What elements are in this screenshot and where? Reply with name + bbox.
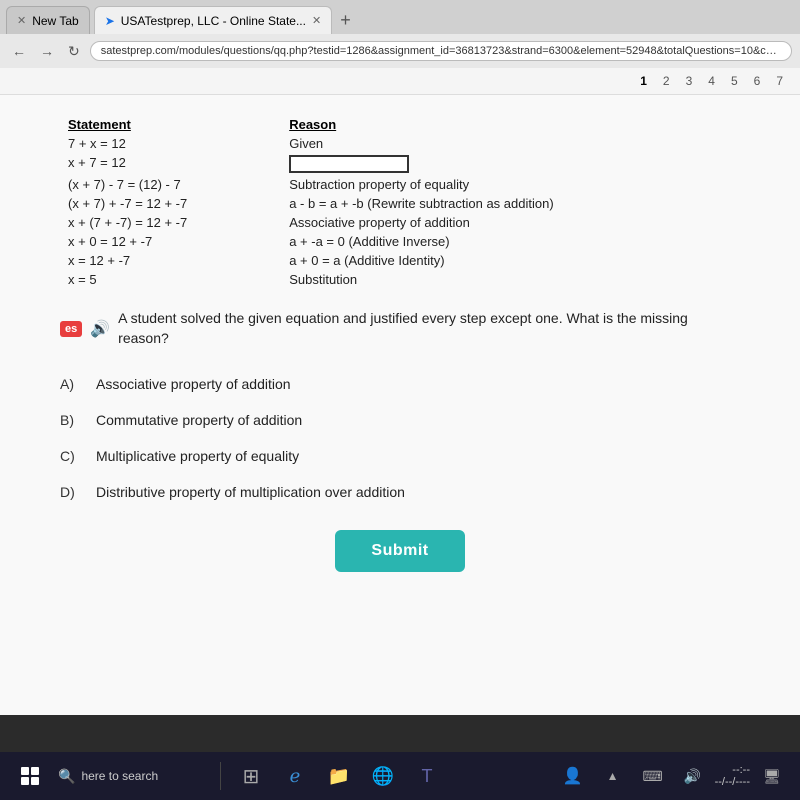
- windows-button[interactable]: [10, 756, 50, 796]
- proof-row-8: x = 5 Substitution: [60, 270, 740, 289]
- chrome-icon[interactable]: 🌐: [365, 758, 401, 794]
- back-button[interactable]: ←: [8, 41, 30, 61]
- proof-stmt-3: (x + 7) - 7 = (12) - 7: [60, 175, 281, 194]
- person-icon[interactable]: 👤: [555, 758, 591, 794]
- answer-option-b[interactable]: B) Commutative property of addition: [60, 402, 740, 438]
- address-bar[interactable]: satestprep.com/modules/questions/qq.php?…: [90, 41, 792, 61]
- answer-text-d: Distributive property of multiplication …: [96, 484, 405, 500]
- chevron-up-icon[interactable]: ▲: [595, 758, 631, 794]
- tab-bar: ✕ New Tab ➤ USATestprep, LLC - Online St…: [0, 0, 800, 34]
- proof-row-1: 7 + x = 12 Given: [60, 134, 740, 153]
- proof-row-3: (x + 7) - 7 = (12) - 7 Subtraction prope…: [60, 175, 740, 194]
- proof-container: Statement Reason 7 + x = 12 Given x + 7 …: [60, 115, 740, 289]
- proof-stmt-5: x + (7 + -7) = 12 + -7: [60, 213, 281, 232]
- content-area: Statement Reason 7 + x = 12 Given x + 7 …: [0, 95, 800, 715]
- submit-area: Submit: [60, 530, 740, 572]
- proof-row-4: (x + 7) + -7 = 12 + -7 a - b = a + -b (R…: [60, 194, 740, 213]
- question-text: A student solved the given equation and …: [118, 309, 740, 348]
- taskbar-right: 👤 ▲ ⌨ 🔊 --:-- --/--/---- 🖥: [555, 758, 790, 794]
- answer-option-c[interactable]: C) Multiplicative property of equality: [60, 438, 740, 474]
- notification-icon[interactable]: 🖥: [754, 758, 790, 794]
- search-icon: 🔍: [58, 768, 75, 785]
- browser-chrome: ✕ New Tab ➤ USATestprep, LLC - Online St…: [0, 0, 800, 95]
- proof-row-7: x = 12 + -7 a + 0 = a (Additive Identity…: [60, 251, 740, 270]
- speaker-icon[interactable]: 🔊: [675, 758, 711, 794]
- tab-2-close[interactable]: ✕: [312, 14, 321, 27]
- tab-1-close[interactable]: ✕: [17, 14, 26, 27]
- windows-icon: [21, 767, 39, 785]
- proof-stmt-1: 7 + x = 12: [60, 134, 281, 153]
- reload-button[interactable]: ↻: [64, 41, 84, 62]
- proof-rsn-1: Given: [281, 134, 740, 153]
- taskbar-search-label: here to search: [81, 769, 158, 783]
- clock-date: --/--/----: [715, 776, 750, 788]
- tab-1[interactable]: ✕ New Tab: [6, 6, 90, 34]
- audio-icon[interactable]: 🔊: [90, 319, 110, 339]
- missing-reason-box: [289, 155, 409, 173]
- keyboard-icon[interactable]: ⌨: [635, 758, 671, 794]
- proof-rsn-6: a + -a = 0 (Additive Inverse): [281, 232, 740, 251]
- proof-rsn-3: Subtraction property of equality: [281, 175, 740, 194]
- progress-row: 1 2 3 4 5 6 7: [0, 68, 800, 95]
- proof-stmt-8: x = 5: [60, 270, 281, 289]
- taskbar-divider-1: [220, 762, 221, 790]
- es-badge: es: [60, 321, 82, 337]
- proof-rsn-7: a + 0 = a (Additive Identity): [281, 251, 740, 270]
- answer-text-a: Associative property of addition: [96, 376, 291, 392]
- answer-letter-b: B): [60, 412, 80, 428]
- progress-5[interactable]: 5: [726, 72, 743, 90]
- proof-row-6: x + 0 = 12 + -7 a + -a = 0 (Additive Inv…: [60, 232, 740, 251]
- add-tab-button[interactable]: +: [336, 10, 355, 31]
- progress-4[interactable]: 4: [703, 72, 720, 90]
- question-header: es 🔊 A student solved the given equation…: [60, 309, 740, 348]
- proof-stmt-6: x + 0 = 12 + -7: [60, 232, 281, 251]
- answer-letter-a: A): [60, 376, 80, 392]
- submit-button[interactable]: Submit: [335, 530, 464, 572]
- progress-2[interactable]: 2: [658, 72, 675, 90]
- proof-table: Statement Reason 7 + x = 12 Given x + 7 …: [60, 115, 740, 289]
- answer-option-a[interactable]: A) Associative property of addition: [60, 366, 740, 402]
- clock-time: --:--: [715, 764, 750, 776]
- taskbar-search[interactable]: 🔍 here to search: [58, 768, 208, 785]
- proof-row-2: x + 7 = 12: [60, 153, 740, 175]
- tab-1-label: New Tab: [32, 14, 78, 28]
- proof-rsn-5: Associative property of addition: [281, 213, 740, 232]
- progress-1[interactable]: 1: [635, 72, 652, 90]
- taskbar-clock: --:-- --/--/----: [715, 764, 750, 788]
- progress-6[interactable]: 6: [749, 72, 766, 90]
- taskbar: 🔍 here to search ⊞ ℯ 📁 🌐 T 👤 ▲ ⌨ 🔊: [0, 752, 800, 800]
- folder-icon[interactable]: 📁: [321, 758, 357, 794]
- proof-rsn-2: [281, 153, 740, 175]
- taskview-icon[interactable]: ⊞: [233, 758, 269, 794]
- proof-statement-header: Statement: [60, 115, 281, 134]
- progress-7[interactable]: 7: [771, 72, 788, 90]
- teams-icon[interactable]: T: [409, 758, 445, 794]
- proof-stmt-2: x + 7 = 12: [60, 153, 281, 175]
- question-area: es 🔊 A student solved the given equation…: [60, 309, 740, 572]
- address-bar-row: ← → ↻ satestprep.com/modules/questions/q…: [0, 34, 800, 68]
- answer-letter-d: D): [60, 484, 80, 500]
- answer-text-b: Commutative property of addition: [96, 412, 302, 428]
- proof-rsn-4: a - b = a + -b (Rewrite subtraction as a…: [281, 194, 740, 213]
- edge-icon[interactable]: ℯ: [277, 758, 313, 794]
- proof-reason-header: Reason: [281, 115, 740, 134]
- tab-2-label: USATestprep, LLC - Online State...: [121, 14, 306, 28]
- proof-rsn-8: Substitution: [281, 270, 740, 289]
- answer-letter-c: C): [60, 448, 80, 464]
- proof-row-5: x + (7 + -7) = 12 + -7 Associative prope…: [60, 213, 740, 232]
- answer-text-c: Multiplicative property of equality: [96, 448, 299, 464]
- answer-option-d[interactable]: D) Distributive property of multiplicati…: [60, 474, 740, 510]
- forward-button[interactable]: →: [36, 41, 58, 61]
- proof-stmt-4: (x + 7) + -7 = 12 + -7: [60, 194, 281, 213]
- progress-3[interactable]: 3: [681, 72, 698, 90]
- tab-2-favicon: ➤: [105, 14, 115, 28]
- proof-stmt-7: x = 12 + -7: [60, 251, 281, 270]
- tab-2[interactable]: ➤ USATestprep, LLC - Online State... ✕: [94, 6, 332, 34]
